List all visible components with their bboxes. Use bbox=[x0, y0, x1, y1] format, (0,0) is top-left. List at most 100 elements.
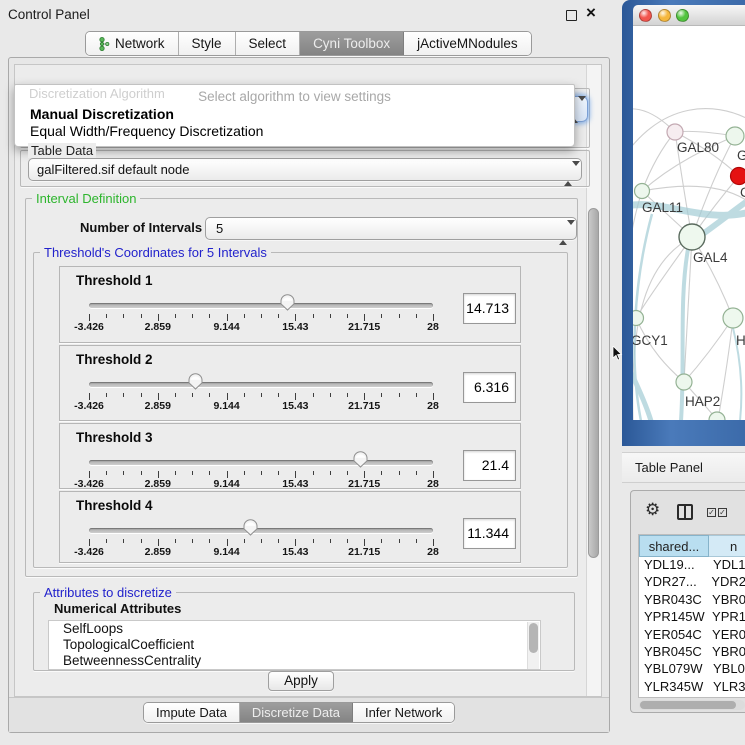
table-row[interactable]: YBL079WYBL0 bbox=[639, 661, 745, 678]
table-cell[interactable]: YPR1 bbox=[708, 609, 745, 626]
table-data-combobox[interactable]: galFiltered.sif default node bbox=[28, 158, 582, 181]
node-partial-top[interactable] bbox=[726, 127, 744, 145]
list-scrollbar-thumb[interactable] bbox=[529, 623, 538, 653]
table-cell[interactable]: YBR045C bbox=[639, 644, 708, 661]
table-row[interactable]: YER054CYER0 bbox=[639, 627, 745, 644]
threshold-value-field[interactable]: 6.316 bbox=[463, 372, 516, 403]
attribute-item-betweennesscentrality[interactable]: BetweennessCentrality bbox=[49, 653, 540, 669]
column-header-name[interactable]: n bbox=[709, 535, 745, 557]
tab-network[interactable]: Network bbox=[86, 32, 179, 55]
table-cell[interactable]: YIL052C bbox=[639, 696, 709, 698]
tick-mark bbox=[244, 314, 245, 318]
tick-mark bbox=[295, 314, 296, 321]
vertical-scrollbar-thumb[interactable] bbox=[588, 208, 599, 558]
tick-mark bbox=[192, 539, 193, 543]
mac-minimize-button[interactable] bbox=[658, 9, 671, 22]
tick-label: -3.426 bbox=[61, 478, 117, 490]
table-horizontal-scrollbar-thumb[interactable] bbox=[640, 701, 736, 709]
threshold-3-box: Threshold 3 21.4 -3.4262.8599.14415.4321… bbox=[59, 423, 521, 489]
gear-icon[interactable]: ⚙ bbox=[645, 500, 660, 520]
threshold-value-field[interactable]: 21.4 bbox=[463, 450, 516, 481]
tick-mark bbox=[295, 393, 296, 400]
table-cell[interactable]: YBL0 bbox=[709, 661, 745, 678]
node-red-highlighted[interactable] bbox=[731, 168, 745, 185]
tab-jactivemnodules[interactable]: jActiveMNodules bbox=[404, 32, 531, 55]
attribute-item-selfloops[interactable]: SelfLoops bbox=[49, 621, 540, 637]
threshold-slider-track[interactable] bbox=[89, 382, 433, 387]
node-gal80[interactable] bbox=[667, 124, 683, 140]
tick-mark bbox=[330, 314, 331, 318]
tab-select[interactable]: Select bbox=[236, 32, 301, 55]
popup-placeholder-item[interactable]: Select algorithm to view settings bbox=[15, 89, 574, 104]
tab-infer-network[interactable]: Infer Network bbox=[353, 703, 454, 722]
threshold-slider-thumb[interactable] bbox=[353, 451, 368, 468]
table-row[interactable]: YIL052CYIL0 bbox=[639, 696, 745, 698]
threshold-slider-track[interactable] bbox=[89, 460, 433, 465]
tab-impute-data[interactable]: Impute Data bbox=[144, 703, 240, 722]
node-gcy1[interactable] bbox=[633, 311, 644, 326]
table-data-combobox-value: galFiltered.sif default node bbox=[37, 162, 189, 177]
node-partial-right[interactable] bbox=[723, 308, 743, 328]
table-row[interactable]: YBR045CYBR0 bbox=[639, 644, 745, 661]
threshold-slider-track[interactable] bbox=[89, 303, 433, 308]
node-gal4[interactable] bbox=[679, 224, 705, 250]
list-scrollbar[interactable] bbox=[527, 622, 539, 670]
threshold-slider-thumb[interactable] bbox=[280, 294, 295, 311]
attribute-item-topologicalcoefficient[interactable]: TopologicalCoefficient bbox=[49, 637, 540, 653]
table-cell[interactable]: YIL0 bbox=[709, 696, 745, 698]
window-title: Control Panel bbox=[8, 7, 90, 22]
tab-cyni-toolbox[interactable]: Cyni Toolbox bbox=[300, 32, 404, 55]
network-canvas[interactable]: GAL80 G. C GAL11 GAL4 GCY1 H HAP2 bbox=[633, 26, 745, 420]
checkbox-icon[interactable]: ✓ bbox=[707, 508, 716, 517]
tick-mark bbox=[313, 314, 314, 318]
table-cell[interactable]: YBL079W bbox=[639, 661, 709, 678]
columns-icon[interactable] bbox=[677, 504, 693, 520]
popup-item-equal-width-frequency[interactable]: Equal Width/Frequency Discretization bbox=[16, 123, 574, 140]
tick-mark bbox=[416, 471, 417, 475]
node-label: GAL11 bbox=[642, 200, 683, 215]
table-cell[interactable]: YLR345W bbox=[639, 679, 709, 696]
mac-zoom-button[interactable] bbox=[676, 9, 689, 22]
threshold-slider-thumb[interactable] bbox=[188, 373, 203, 390]
threshold-slider-track[interactable] bbox=[89, 528, 433, 533]
table-row[interactable]: YDL19...YDL1 bbox=[639, 557, 745, 574]
node-gal11[interactable] bbox=[635, 184, 650, 199]
numerical-attributes-list[interactable]: SelfLoopsTopologicalCoefficientBetweenne… bbox=[48, 620, 541, 670]
table-cell[interactable]: YDL1 bbox=[709, 557, 745, 574]
table-cell[interactable]: YPR145W bbox=[639, 609, 708, 626]
table-panel-title: Table Panel bbox=[635, 453, 703, 483]
number-of-intervals-spinner[interactable]: 5 bbox=[205, 217, 577, 240]
node-hap2[interactable] bbox=[676, 374, 692, 390]
table-cell[interactable]: YDR27... bbox=[639, 574, 707, 591]
table-cell[interactable]: YLR3 bbox=[709, 679, 745, 696]
popup-item-manual-discretization[interactable]: Manual Discretization bbox=[16, 106, 574, 123]
threshold-value-field[interactable]: 14.713 bbox=[463, 293, 516, 324]
threshold-value-field[interactable]: 11.344 bbox=[463, 518, 516, 549]
table-cell[interactable]: YER0 bbox=[708, 627, 745, 644]
table-cell[interactable]: YBR0 bbox=[708, 644, 745, 661]
table-row[interactable]: YLR345WYLR3 bbox=[639, 679, 745, 696]
tick-mark bbox=[278, 539, 279, 543]
tick-mark bbox=[347, 314, 348, 318]
apply-button[interactable]: Apply bbox=[268, 671, 334, 691]
node-attribute-table[interactable]: shared... n YDL19...YDL1YDR27...YDR2YBR0… bbox=[638, 534, 745, 698]
mac-close-button[interactable] bbox=[639, 9, 652, 22]
table-cell[interactable]: YBR0 bbox=[708, 592, 745, 609]
table-cell[interactable]: YDL19... bbox=[639, 557, 709, 574]
threshold-slider-thumb[interactable] bbox=[243, 519, 258, 536]
table-horizontal-scrollbar[interactable] bbox=[639, 700, 745, 710]
column-header-shared[interactable]: shared... bbox=[639, 535, 709, 557]
table-row[interactable]: YBR043CYBR0 bbox=[639, 592, 745, 609]
close-icon[interactable]: × bbox=[586, 3, 596, 23]
tab-discretize-data[interactable]: Discretize Data bbox=[240, 703, 353, 722]
checkbox-icon[interactable]: ✓ bbox=[718, 508, 727, 517]
table-cell[interactable]: YDR2 bbox=[707, 574, 745, 591]
network-window-titlebar[interactable] bbox=[633, 5, 745, 26]
tab-style[interactable]: Style bbox=[179, 32, 236, 55]
table-row[interactable]: YDR27...YDR2 bbox=[639, 574, 745, 591]
table-row[interactable]: YPR145WYPR1 bbox=[639, 609, 745, 626]
tick-mark bbox=[227, 539, 228, 546]
float-window-icon[interactable] bbox=[566, 10, 577, 21]
table-cell[interactable]: YBR043C bbox=[639, 592, 708, 609]
table-cell[interactable]: YER054C bbox=[639, 627, 708, 644]
